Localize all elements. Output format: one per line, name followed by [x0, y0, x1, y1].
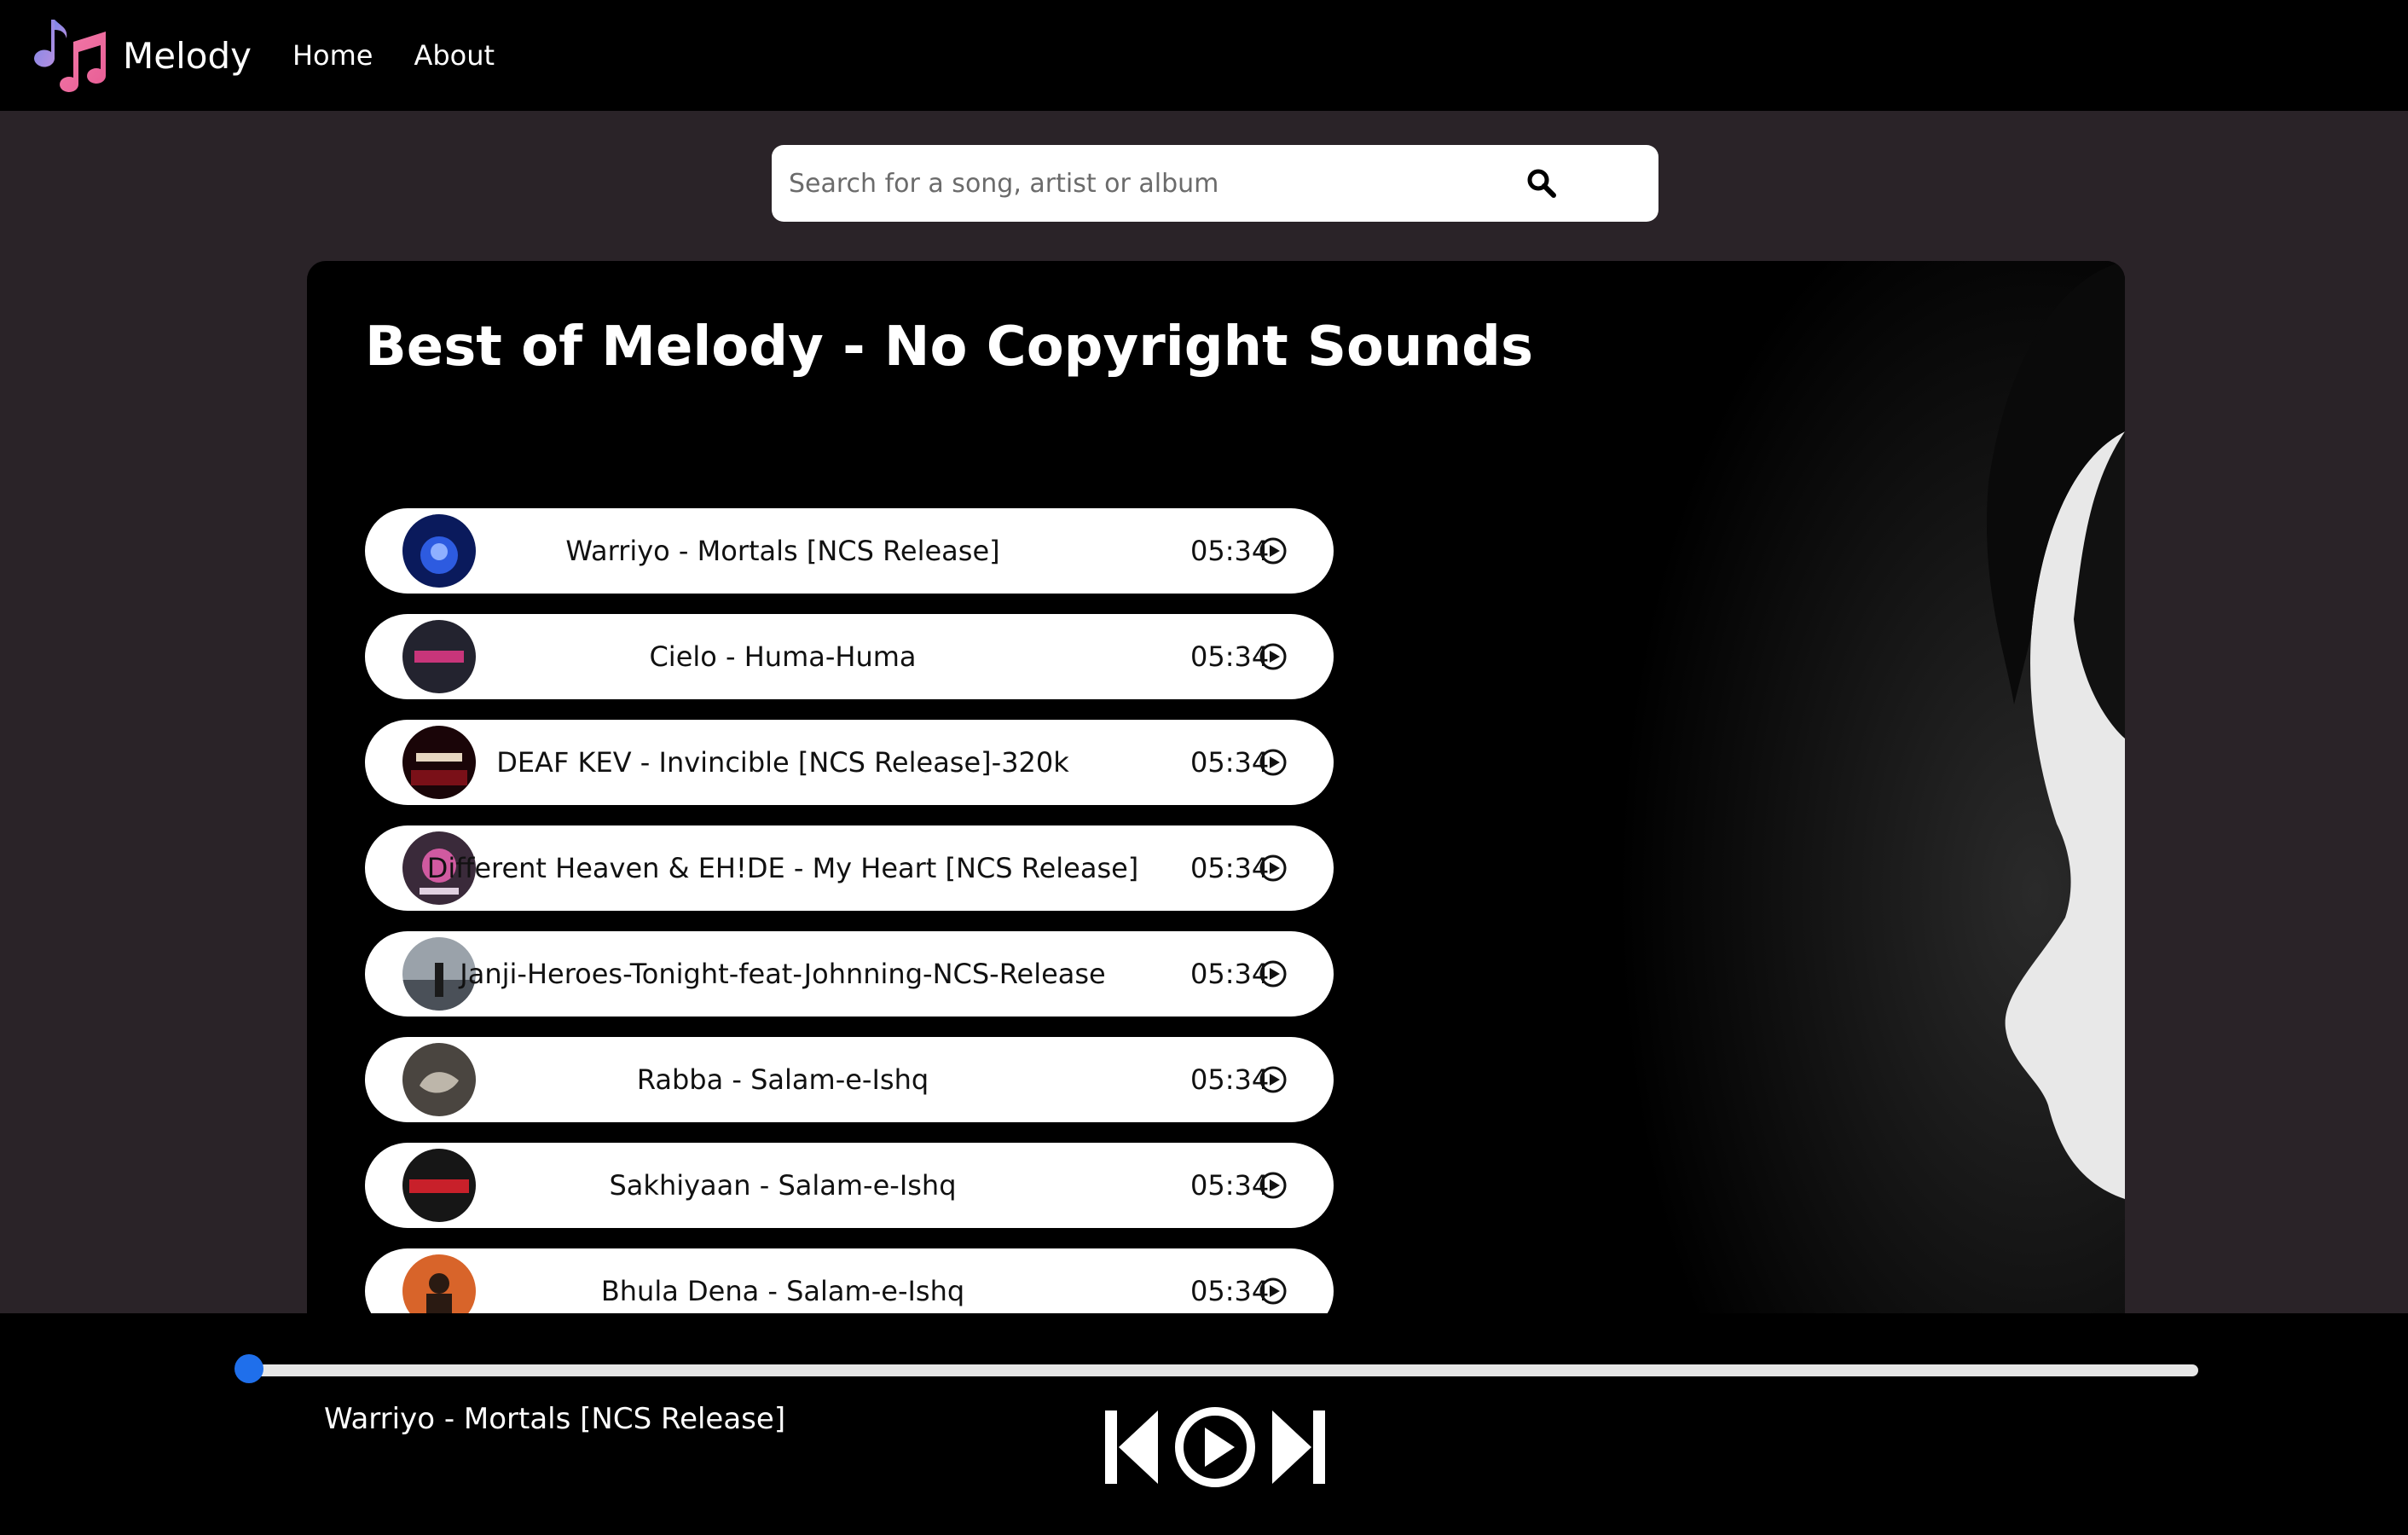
- play-circle-icon[interactable]: [1259, 536, 1288, 565]
- song-name: Cielo - Huma-Huma: [649, 640, 917, 673]
- song-name: DEAF KEV - Invincible [NCS Release]-320k: [496, 746, 1069, 779]
- next-icon[interactable]: [1271, 1409, 1325, 1486]
- album-cover: [402, 620, 476, 693]
- song-item[interactable]: Different Heaven & EH!DE - My Heart [NCS…: [365, 825, 1334, 911]
- brand-name[interactable]: Melody: [123, 35, 252, 77]
- song-item[interactable]: Sakhiyaan - Salam-e-Ishq 05:34: [365, 1143, 1334, 1228]
- song-duration: 05:34: [1190, 640, 1270, 673]
- song-duration: 05:34: [1190, 746, 1270, 779]
- search-input[interactable]: [789, 158, 1488, 209]
- background-portrait-image: [1528, 261, 2125, 1313]
- play-circle-icon[interactable]: [1259, 642, 1288, 671]
- play-circle-icon[interactable]: [1259, 1171, 1288, 1200]
- album-cover: [402, 726, 476, 799]
- song-list: Warriyo - Mortals [NCS Release] 05:34 Ci…: [365, 508, 1334, 1313]
- search-icon: [1527, 169, 1556, 198]
- song-duration: 05:34: [1190, 1275, 1270, 1307]
- song-duration: 05:34: [1190, 1169, 1270, 1202]
- music-notes-icon[interactable]: [32, 16, 111, 95]
- song-duration: 05:34: [1190, 1063, 1270, 1096]
- nav-link-about[interactable]: About: [414, 39, 495, 72]
- song-name: Janji-Heroes-Tonight-feat-Johnning-NCS-R…: [460, 958, 1106, 990]
- song-name: Rabba - Salam-e-Ishq: [636, 1063, 929, 1096]
- song-name: Bhula Dena - Salam-e-Ishq: [600, 1275, 965, 1307]
- progress-slider[interactable]: [246, 1364, 2198, 1376]
- song-item[interactable]: Rabba - Salam-e-Ishq 05:34: [365, 1037, 1334, 1122]
- playlist-title: Best of Melody - No Copyright Sounds: [365, 316, 1534, 379]
- play-circle-icon[interactable]: [1259, 959, 1288, 988]
- song-item[interactable]: Bhula Dena - Salam-e-Ishq 05:34: [365, 1248, 1334, 1313]
- nav-link-home[interactable]: Home: [292, 39, 373, 72]
- search-button[interactable]: [1520, 162, 1563, 205]
- progress-slider-thumb[interactable]: [234, 1354, 263, 1383]
- song-duration: 05:34: [1190, 535, 1270, 567]
- song-item[interactable]: DEAF KEV - Invincible [NCS Release]-320k…: [365, 720, 1334, 805]
- song-name: Sakhiyaan - Salam-e-Ishq: [609, 1169, 957, 1202]
- song-item[interactable]: Warriyo - Mortals [NCS Release] 05:34: [365, 508, 1334, 594]
- play-icon[interactable]: [1173, 1405, 1257, 1489]
- album-cover: [402, 1254, 476, 1313]
- navbar: Melody Home About: [0, 0, 2408, 111]
- search-bar: [772, 145, 1658, 222]
- album-cover: [402, 1149, 476, 1222]
- now-playing-title: Warriyo - Mortals [NCS Release]: [324, 1402, 786, 1436]
- song-name: Warriyo - Mortals [NCS Release]: [565, 535, 1000, 567]
- playlist-panel: Best of Melody - No Copyright Sounds War…: [307, 261, 2125, 1313]
- song-name: Different Heaven & EH!DE - My Heart [NCS…: [426, 852, 1139, 884]
- previous-icon[interactable]: [1105, 1409, 1160, 1486]
- play-circle-icon[interactable]: [1259, 748, 1288, 777]
- song-item[interactable]: Cielo - Huma-Huma 05:34: [365, 614, 1334, 699]
- song-duration: 05:34: [1190, 852, 1270, 884]
- play-circle-icon[interactable]: [1259, 854, 1288, 883]
- play-circle-icon[interactable]: [1259, 1277, 1288, 1306]
- player-bar: Warriyo - Mortals [NCS Release]: [0, 1313, 2408, 1535]
- play-circle-icon[interactable]: [1259, 1065, 1288, 1094]
- album-cover: [402, 1043, 476, 1116]
- song-item[interactable]: Janji-Heroes-Tonight-feat-Johnning-NCS-R…: [365, 931, 1334, 1017]
- album-cover: [402, 514, 476, 588]
- song-duration: 05:34: [1190, 958, 1270, 990]
